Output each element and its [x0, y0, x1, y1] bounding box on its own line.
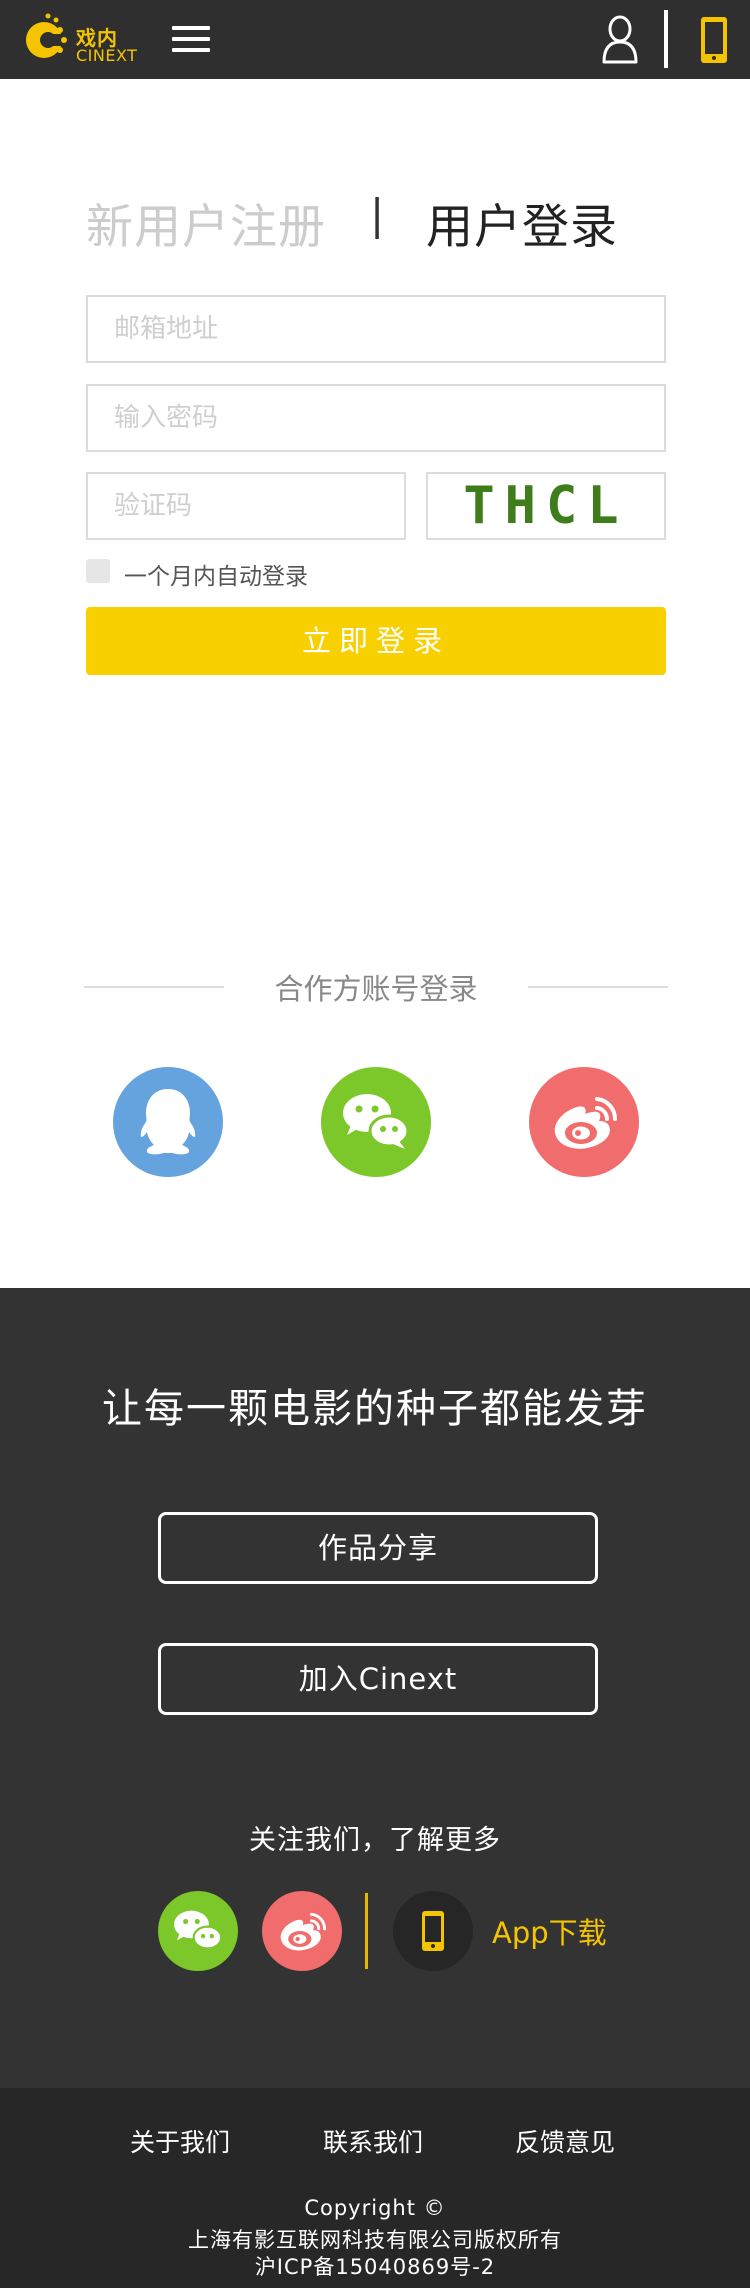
- footer-icon-divider: [365, 1893, 368, 1969]
- header-divider: [664, 10, 668, 68]
- about-us-link[interactable]: 关于我们: [130, 2123, 230, 2159]
- tab-login[interactable]: 用户登录: [426, 188, 618, 257]
- wechat-icon: [174, 1910, 223, 1950]
- weibo-login-button[interactable]: [529, 1067, 639, 1177]
- weibo-icon: [280, 1912, 327, 1951]
- footer-app-button[interactable]: [393, 1891, 473, 1971]
- remember-label: 一个月内自动登录: [124, 564, 308, 590]
- user-button[interactable]: [600, 14, 640, 66]
- top-header: 戏内 CINEXT: [0, 0, 750, 79]
- remember-checkbox[interactable]: [86, 559, 110, 583]
- copyright-text: Copyright ©: [304, 2196, 446, 2220]
- app-phone-button[interactable]: [696, 14, 732, 66]
- app-download-link[interactable]: App下载: [492, 1910, 607, 1952]
- login-button-label: 立即登录: [301, 626, 450, 658]
- menu-button[interactable]: [170, 22, 212, 56]
- wechat-icon: [343, 1094, 410, 1149]
- user-icon: [602, 15, 638, 64]
- feedback-link[interactable]: 反馈意见: [515, 2123, 615, 2159]
- follow-us-text: 关注我们，了解更多: [249, 1825, 501, 1856]
- phone-icon: [422, 1911, 444, 1951]
- weibo-icon: [554, 1097, 618, 1149]
- footer-wechat-button[interactable]: [158, 1891, 238, 1971]
- auth-tabs: 新用户注册 | 用户登录: [86, 188, 686, 255]
- captcha-image[interactable]: THCL: [426, 472, 666, 540]
- contact-us-link[interactable]: 联系我们: [323, 2123, 423, 2159]
- tab-separator: |: [370, 190, 385, 239]
- partner-login-title: 合作方账号登录: [274, 972, 478, 1006]
- qq-login-button[interactable]: [113, 1067, 223, 1177]
- menu-icon: [172, 26, 210, 30]
- promo-section: 让每一颗电影的种子都能发芽 作品分享 加入Cinext 关注我们，了解更多 Ap…: [0, 1288, 750, 2088]
- join-cinext-label: 加入Cinext: [298, 1662, 458, 1696]
- divider-line-right: [528, 986, 668, 988]
- slogan: 让每一颗电影的种子都能发芽: [102, 1386, 648, 1432]
- captcha-input[interactable]: [86, 472, 406, 540]
- footer-weibo-button[interactable]: [262, 1891, 342, 1971]
- logo-sun-icon: [26, 13, 70, 58]
- captcha-code-text: THCL: [463, 476, 629, 536]
- cinext-logo[interactable]: 戏内 CINEXT: [18, 10, 138, 66]
- bottom-footer: 关于我们 联系我们 反馈意见 Copyright © 上海有影互联网科技有限公司…: [0, 2088, 750, 2288]
- divider-line-left: [84, 986, 224, 988]
- qq-icon: [140, 1089, 196, 1155]
- logo-text-en: CINEXT: [76, 46, 138, 65]
- company-text: 上海有影互联网科技有限公司版权所有: [188, 2228, 562, 2252]
- work-share-label: 作品分享: [317, 1531, 438, 1565]
- tab-register[interactable]: 新用户注册: [86, 188, 326, 257]
- email-input[interactable]: [86, 295, 666, 363]
- wechat-login-button[interactable]: [321, 1067, 431, 1177]
- password-input[interactable]: [86, 384, 666, 452]
- login-button[interactable]: 立即登录: [86, 607, 666, 675]
- work-share-button[interactable]: 作品分享: [158, 1512, 598, 1584]
- icp-text: 沪ICP备15040869号-2: [254, 2255, 496, 2279]
- join-cinext-button[interactable]: 加入Cinext: [158, 1643, 598, 1715]
- phone-icon: [701, 17, 727, 63]
